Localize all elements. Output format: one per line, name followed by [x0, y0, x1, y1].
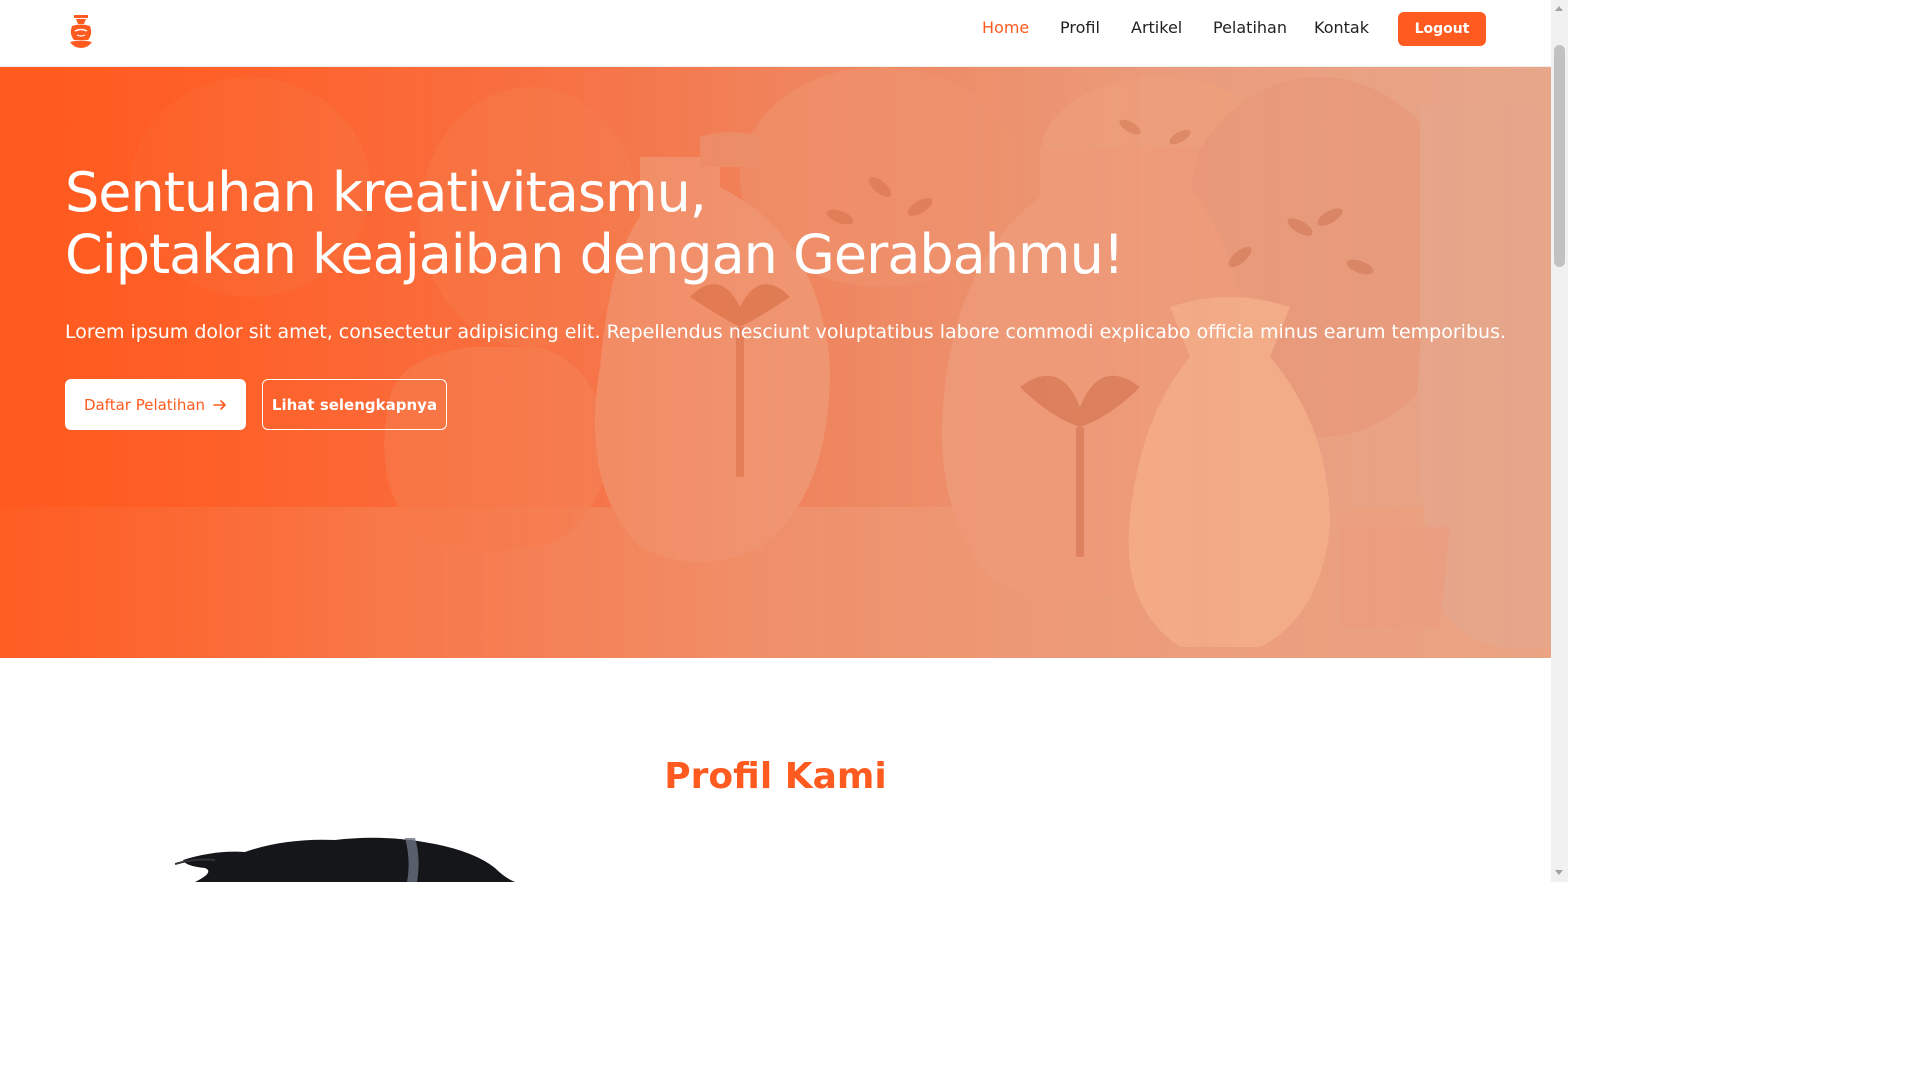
profile-photo-dark-brush — [175, 837, 515, 882]
scroll-up-icon[interactable] — [1555, 6, 1563, 11]
nav-kontak[interactable]: Kontak — [1314, 18, 1369, 37]
nav-home[interactable]: Home — [982, 18, 1029, 37]
scroll-thumb[interactable] — [1554, 45, 1565, 267]
scroll-down-icon[interactable] — [1555, 870, 1563, 875]
page-scrollbar[interactable] — [1551, 0, 1568, 882]
pottery-logo-icon[interactable] — [66, 14, 96, 50]
hero-subtitle: Lorem ipsum dolor sit amet, consectetur … — [65, 321, 1507, 343]
hero-gradient-overlay — [0, 67, 1551, 658]
nav-profil[interactable]: Profil — [1060, 18, 1100, 37]
profil-kami-title: Profil Kami — [664, 756, 887, 797]
navbar: Home Profil Artikel Pelatihan Kontak Log… — [0, 0, 1551, 67]
nav-artikel[interactable]: Artikel — [1131, 18, 1182, 37]
hero-section: Sentuhan kreativitasmu, Ciptakan keajaib… — [0, 67, 1551, 658]
logout-button[interactable]: Logout — [1398, 12, 1486, 46]
nav-pelatihan[interactable]: Pelatihan — [1213, 18, 1287, 37]
arrow-right-icon — [213, 399, 226, 410]
hero-title-line-2: Ciptakan keajaiban dengan Gerabahmu! — [65, 223, 1124, 286]
hero-title-line-1: Sentuhan kreativitasmu, — [65, 161, 707, 224]
daftar-pelatihan-button[interactable]: Daftar Pelatihan — [65, 379, 246, 430]
lihat-selengkapnya-button[interactable]: Lihat selengkapnya — [262, 379, 447, 430]
hero-title: Sentuhan kreativitasmu, Ciptakan keajaib… — [65, 162, 1265, 286]
daftar-pelatihan-label: Daftar Pelatihan — [83, 395, 206, 414]
